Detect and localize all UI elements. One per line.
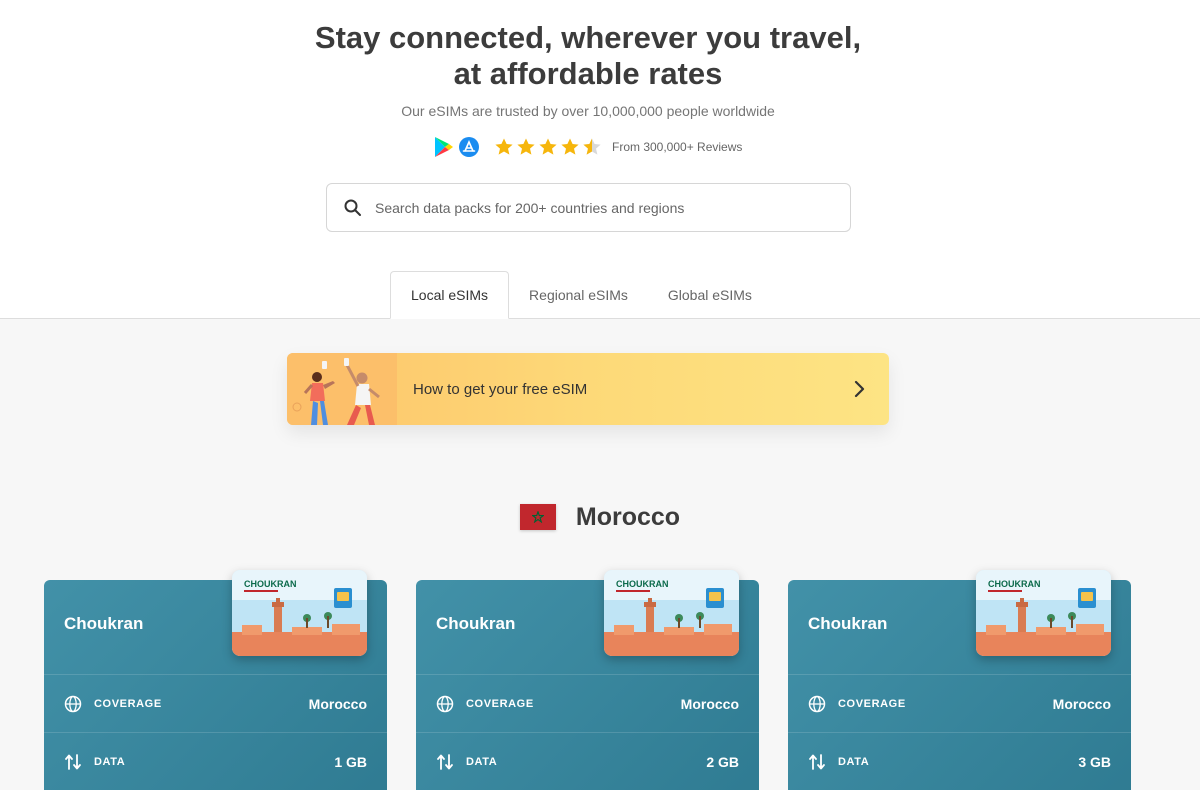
reviews-count: From 300,000+ Reviews [612, 140, 743, 154]
data-transfer-icon [809, 753, 825, 770]
globe-icon [64, 695, 82, 712]
sim-card-image: CHOUKRAN [604, 570, 739, 656]
data-row: DATA 3 GB [788, 732, 1131, 790]
country-name: Morocco [575, 502, 681, 531]
star-icon [539, 138, 557, 155]
half-star-icon [583, 138, 601, 155]
coverage-row: COVERAGE Morocco [788, 674, 1131, 732]
main-content: How to get your free eSIM Morocco Choukr… [0, 319, 1200, 790]
data-value: 2 GB [706, 753, 739, 770]
coverage-value: Morocco [1052, 695, 1111, 712]
star-icon [561, 138, 579, 155]
tab-local-esims[interactable]: Local eSIMs [390, 271, 510, 319]
hero-subtitle: Our eSIMs are trusted by over 10,000,000… [401, 103, 775, 119]
star-rating [494, 137, 604, 157]
sim-brand-label: CHOUKRAN [616, 579, 669, 589]
coverage-value: Morocco [308, 695, 367, 712]
data-label: DATA [466, 755, 498, 768]
star-icon [495, 138, 513, 155]
sim-card-image: CHOUKRAN [232, 570, 367, 656]
globe-icon [436, 695, 454, 712]
page-title: Stay connected, wherever you travel, at … [0, 20, 1176, 92]
globe-icon [808, 695, 826, 712]
hero-section: Stay connected, wherever you travel, at … [0, 0, 1200, 319]
data-label: DATA [94, 755, 126, 768]
coverage-label: COVERAGE [94, 697, 162, 710]
app-store-icon[interactable] [458, 136, 480, 158]
card-operator-name: Choukran [64, 614, 144, 633]
chevron-right-icon [854, 380, 865, 398]
coverage-row: COVERAGE Morocco [44, 674, 387, 732]
sim-card-image: CHOUKRAN [976, 570, 1111, 656]
esim-card[interactable]: Choukran CHOUKRAN COVERAGE Morocco DATA … [416, 570, 759, 790]
tab-global-esims[interactable]: Global eSIMs [648, 271, 772, 319]
title-line-2: at affordable rates [453, 56, 723, 91]
search-box[interactable] [326, 183, 851, 232]
esim-tabs: Local eSIMs Regional eSIMs Global eSIMs [390, 271, 772, 319]
travelers-illustration [287, 353, 397, 425]
data-transfer-icon [437, 753, 453, 770]
free-esim-banner[interactable]: How to get your free eSIM [287, 353, 889, 425]
sim-brand-label: CHOUKRAN [988, 579, 1041, 589]
card-operator-name: Choukran [808, 614, 888, 633]
coverage-row: COVERAGE Morocco [416, 674, 759, 732]
coverage-label: COVERAGE [838, 697, 906, 710]
data-label: DATA [838, 755, 870, 768]
esim-card[interactable]: Choukran CHOUKRAN COVERAGE Morocco DATA … [788, 570, 1131, 790]
coverage-value: Morocco [680, 695, 739, 712]
sim-brand-label: CHOUKRAN [244, 579, 297, 589]
data-transfer-icon [65, 753, 81, 770]
esim-card[interactable]: Choukran CHOUKRAN COVERAGE Morocco DATA … [44, 570, 387, 790]
coverage-label: COVERAGE [466, 697, 534, 710]
country-heading: Morocco [0, 501, 1200, 533]
card-operator-name: Choukran [436, 614, 516, 633]
morocco-flag-icon [519, 504, 556, 530]
google-play-icon[interactable] [432, 136, 454, 158]
title-line-1: Stay connected, wherever you travel, [314, 20, 862, 55]
data-value: 1 GB [334, 753, 367, 770]
search-icon [344, 199, 361, 216]
data-value: 3 GB [1078, 753, 1111, 770]
star-icon [517, 138, 535, 155]
data-row: DATA 1 GB [44, 732, 387, 790]
data-row: DATA 2 GB [416, 732, 759, 790]
search-input[interactable] [375, 199, 815, 216]
promo-label: How to get your free eSIM [413, 380, 588, 398]
tab-regional-esims[interactable]: Regional eSIMs [509, 271, 648, 319]
rating-row: From 300,000+ Reviews [432, 134, 742, 160]
